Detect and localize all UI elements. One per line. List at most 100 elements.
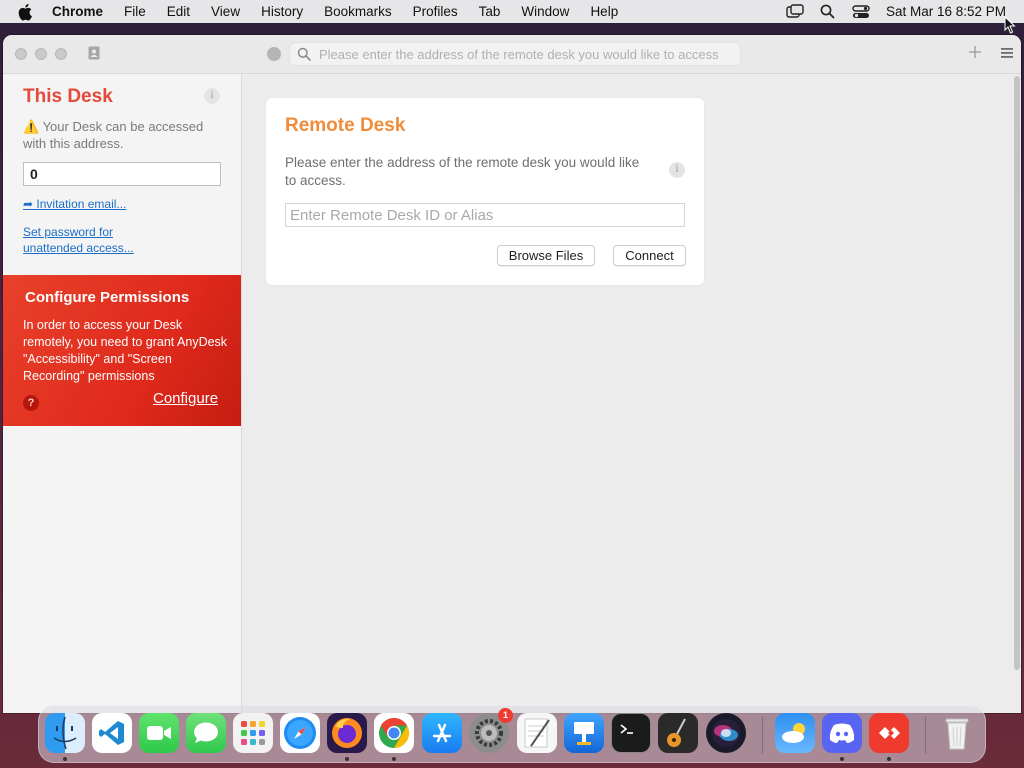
- dock-messages[interactable]: [186, 713, 226, 753]
- dock-vscode[interactable]: [92, 713, 132, 753]
- apple-icon[interactable]: [18, 2, 38, 22]
- menu-bar-clock[interactable]: Sat Mar 16 8:52 PM: [886, 4, 1006, 19]
- dock-weather[interactable]: [775, 713, 815, 753]
- menu-tab[interactable]: Tab: [479, 4, 501, 19]
- dock-chrome[interactable]: [374, 713, 414, 753]
- remote-desk-info-icon[interactable]: i: [669, 162, 685, 178]
- vertical-scrollbar[interactable]: [1013, 74, 1021, 674]
- menu-window[interactable]: Window: [521, 4, 569, 19]
- siri-orb-icon: [712, 719, 740, 747]
- permissions-text: In order to access your Desk remotely, y…: [23, 318, 228, 383]
- dock-siri[interactable]: [706, 713, 746, 753]
- chrome-icon: [379, 718, 410, 748]
- terminal-prompt-icon: [620, 724, 633, 734]
- dock-running-indicator: [887, 757, 891, 761]
- permissions-title: Configure Permissions: [25, 289, 190, 306]
- desk-id-field[interactable]: [23, 162, 221, 186]
- dock-trash[interactable]: [937, 713, 977, 753]
- dock-running-indicator: [345, 757, 349, 761]
- anydesk-icon: [879, 727, 900, 739]
- close-window-button[interactable]: [15, 48, 27, 60]
- dock-firefox[interactable]: [327, 713, 367, 753]
- new-tab-plus-icon[interactable]: [967, 44, 983, 60]
- dock-finder[interactable]: [45, 713, 85, 753]
- dock-launchpad[interactable]: [233, 713, 273, 753]
- mouse-cursor-icon: [1004, 16, 1016, 34]
- menu-file[interactable]: File: [124, 4, 146, 19]
- compass-icon: [284, 717, 316, 749]
- invitation-email-link[interactable]: ➦ Invitation email...: [23, 196, 126, 212]
- dock-textedit[interactable]: [517, 713, 557, 753]
- scrollbar-thumb[interactable]: [1014, 76, 1020, 670]
- search-icon: [297, 47, 311, 61]
- dock-discord[interactable]: [822, 713, 862, 753]
- firefox-icon: [332, 718, 362, 748]
- finder-icon: [53, 716, 77, 750]
- this-desk-title: This Desk: [23, 86, 113, 107]
- remote-desk-card: Remote Desk Please enter the address of …: [266, 98, 704, 285]
- menu-history[interactable]: History: [261, 4, 303, 19]
- menu-bar: Chrome File Edit View History Bookmarks …: [0, 0, 1024, 23]
- chat-bubble-icon: [194, 722, 218, 743]
- app-store-icon: [432, 723, 452, 743]
- window-titlebar: [3, 35, 1021, 74]
- help-icon[interactable]: ?: [23, 395, 39, 411]
- dock-system-preferences[interactable]: 1: [469, 708, 513, 753]
- dock-running-indicator: [63, 757, 67, 761]
- dock-running-indicator: [840, 757, 844, 761]
- connect-button[interactable]: Connect: [613, 245, 686, 266]
- vscode-icon: [99, 721, 124, 745]
- dock-facetime[interactable]: [139, 713, 179, 753]
- browse-files-button[interactable]: Browse Files: [497, 245, 595, 266]
- menu-help[interactable]: Help: [590, 4, 618, 19]
- discord-icon: [829, 723, 855, 743]
- video-camera-icon: [147, 726, 171, 740]
- menu-bar-status: Sat Mar 16 8:52 PM: [771, 0, 1006, 23]
- dock: 1: [38, 705, 986, 763]
- remote-desk-id-input[interactable]: [285, 203, 685, 227]
- dock-app-store[interactable]: [422, 713, 462, 753]
- sun-cloud-icon: [782, 723, 805, 743]
- document-pen-icon: [524, 718, 550, 748]
- guitar-icon: [667, 718, 686, 747]
- dock-safari[interactable]: [280, 713, 320, 753]
- hamburger-menu-icon[interactable]: [1000, 46, 1014, 60]
- minimize-window-button[interactable]: [35, 48, 47, 60]
- menu-profiles[interactable]: Profiles: [413, 4, 458, 19]
- dock-keynote[interactable]: [564, 713, 604, 753]
- dock-anydesk[interactable]: [869, 713, 909, 753]
- menu-view[interactable]: View: [211, 4, 240, 19]
- dock-terminal[interactable]: [611, 713, 651, 753]
- address-input[interactable]: [319, 46, 739, 62]
- dock-running-indicator: [392, 757, 396, 761]
- main-content: Remote Desk Please enter the address of …: [242, 74, 1021, 713]
- dock-separator: [925, 716, 926, 754]
- configure-permissions-panel: Configure Permissions In order to access…: [3, 275, 241, 426]
- menu-edit[interactable]: Edit: [167, 4, 190, 19]
- screen-mirroring-icon[interactable]: [786, 3, 804, 21]
- dock-separator: [762, 716, 763, 754]
- app-grid-icon: [241, 721, 265, 745]
- address-bar[interactable]: [289, 42, 741, 66]
- notification-badge: 1: [498, 708, 513, 723]
- configure-link[interactable]: Configure: [153, 390, 218, 407]
- dock-garageband[interactable]: [658, 713, 698, 753]
- warning-icon: ⚠️: [23, 119, 40, 134]
- zoom-window-button[interactable]: [55, 48, 67, 60]
- desk-address-note-text: Your Desk can be accessed with this addr…: [23, 119, 204, 151]
- spotlight-search-icon[interactable]: [819, 3, 837, 21]
- podium-icon: [574, 722, 594, 745]
- remote-desk-title: Remote Desk: [285, 115, 406, 136]
- menu-app-name[interactable]: Chrome: [52, 4, 103, 19]
- control-center-icon[interactable]: [852, 3, 870, 21]
- this-desk-info-icon[interactable]: i: [204, 88, 220, 104]
- set-password-link[interactable]: Set password for unattended access...: [23, 224, 158, 256]
- desk-address-note: ⚠️ Your Desk can be accessed with this a…: [23, 118, 223, 152]
- remote-desk-description: Please enter the address of the remote d…: [285, 155, 640, 188]
- anydesk-window: This Desk i ⚠️ Your Desk can be accessed…: [3, 35, 1021, 713]
- menu-bookmarks[interactable]: Bookmarks: [324, 4, 392, 19]
- connection-status-dot: [267, 47, 281, 61]
- address-book-icon[interactable]: [87, 46, 101, 60]
- trash-icon: [945, 718, 969, 750]
- this-desk-sidebar: This Desk i ⚠️ Your Desk can be accessed…: [3, 74, 242, 713]
